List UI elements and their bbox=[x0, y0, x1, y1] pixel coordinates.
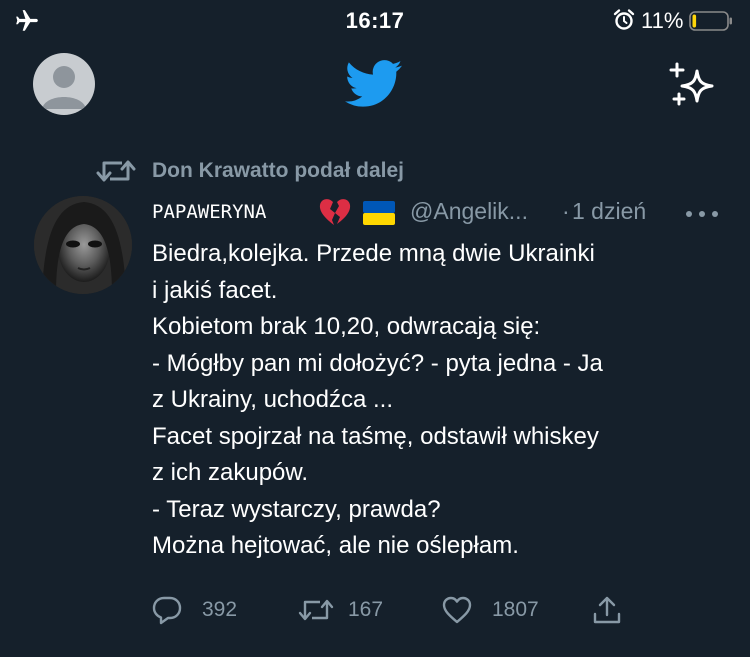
separator-dot: · bbox=[562, 198, 570, 224]
broken-heart-emoji bbox=[319, 199, 351, 225]
tweet-text-line: - Mógłby pan mi dołożyć? - pyta jedna - … bbox=[152, 349, 603, 377]
tweet-text-line: Można hejtować, ale nie oślepłam. bbox=[152, 532, 519, 559]
sparkle-icon[interactable] bbox=[668, 62, 718, 110]
ukraine-flag-emoji bbox=[363, 201, 395, 225]
retweet-icon bbox=[96, 160, 136, 182]
battery-icon bbox=[689, 11, 732, 31]
retweet-icon bbox=[298, 599, 334, 621]
share-icon bbox=[593, 596, 621, 624]
like-count: 1807 bbox=[492, 598, 539, 621]
tweet-actions: 392 167 1807 bbox=[152, 592, 632, 628]
retweet-count: 167 bbox=[348, 598, 384, 621]
author-display-name[interactable]: PAPAWERYNA bbox=[152, 201, 266, 223]
twitter-logo-icon[interactable] bbox=[345, 59, 403, 109]
retweeted-by-label: Don Krawatto podał dalej bbox=[152, 159, 405, 182]
author-avatar[interactable] bbox=[34, 196, 132, 294]
reply-icon bbox=[152, 596, 182, 625]
tweet-timestamp[interactable]: 1 dzień bbox=[572, 198, 646, 225]
status-time: 16:17 bbox=[345, 8, 405, 33]
author-handle[interactable]: @Angelik... bbox=[410, 198, 528, 225]
tweet-text-line: Biedra,kolejka. Przede mną dwie Ukrainki bbox=[152, 240, 595, 267]
tweet-text-line: z Ukrainy, uchodźca ... bbox=[152, 386, 393, 413]
status-bar: 16:17 11% bbox=[0, 0, 750, 42]
default-avatar-icon bbox=[42, 66, 86, 109]
tweet-text-line: z ich zakupów. bbox=[152, 459, 309, 486]
tweet-text: Biedra,kolejka. Przede mną dwie Ukrainki… bbox=[152, 236, 732, 565]
tweet-text-line: Facet spojrzał na taśmę, odstawił whiske… bbox=[152, 422, 599, 450]
heart-icon bbox=[442, 596, 472, 624]
profile-avatar-button[interactable] bbox=[33, 53, 95, 115]
battery-percent: 11% bbox=[641, 8, 684, 33]
more-options-icon[interactable] bbox=[685, 210, 719, 218]
author-photo bbox=[34, 196, 132, 294]
reply-count: 392 bbox=[202, 598, 238, 621]
tweet-text-line: i jakiś facet. bbox=[152, 276, 278, 304]
tweet-text-line: - Teraz wystarczy, prawda? bbox=[152, 495, 441, 523]
tweet-text-line: Kobietom brak 10,20, odwracają się: bbox=[152, 313, 541, 340]
alarm-icon bbox=[613, 9, 635, 30]
